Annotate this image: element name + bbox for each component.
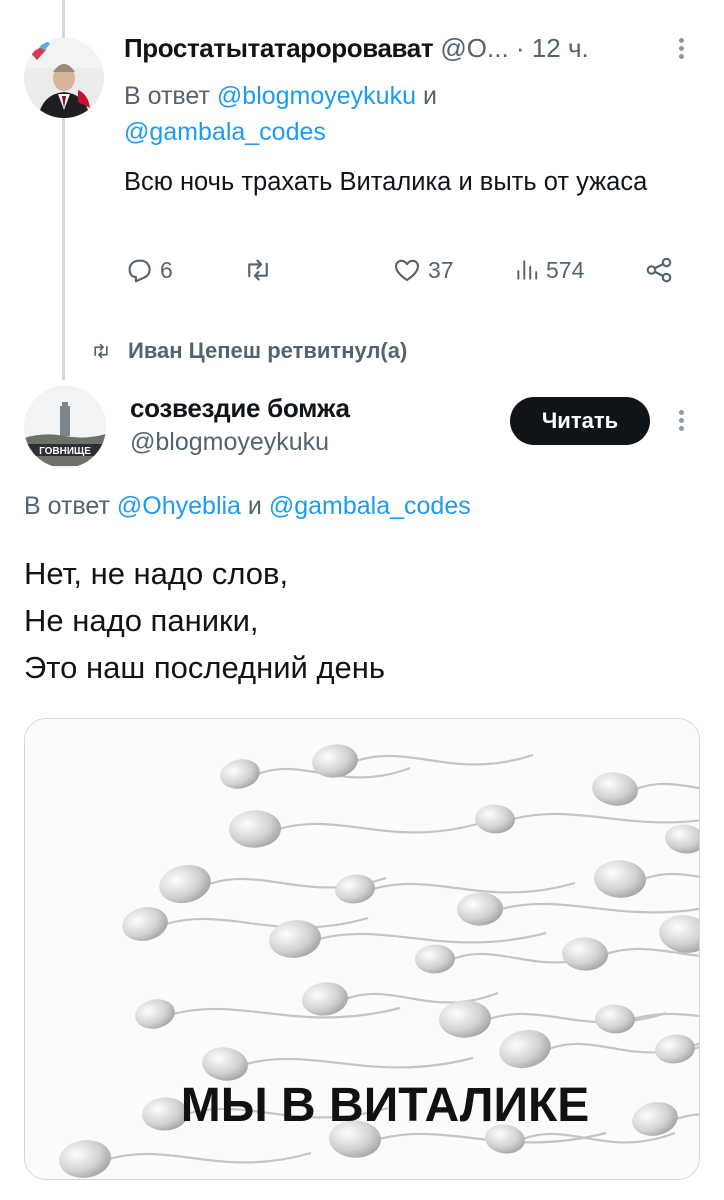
tweet-text-line: Не надо паники, [24,603,259,638]
more-options-icon[interactable] [674,36,688,62]
timestamp[interactable]: · 12 ч. [516,33,589,63]
author-handle[interactable]: @blogmoyeykuku [130,428,329,457]
more-options-icon[interactable] [674,408,688,434]
tweet-header: Простатытатарорoвават @О... · 12 ч. [124,33,684,67]
avatar[interactable]: ГОВНИЩЕ [24,386,106,468]
tweet-text-line: Это наш последний день [24,650,386,685]
retweeted-by-text: Иван Цепеш ретвитнул(а) [128,338,408,363]
replying-to: В ответ @blogmoyeykuku и @gambala_codes [124,78,544,150]
mention-link[interactable]: @gambala_codes [124,118,326,146]
retweet-button[interactable] [242,252,274,288]
like-count: 37 [428,256,454,283]
avatar[interactable] [24,38,104,118]
like-button[interactable]: 37 [392,252,454,288]
tweet-text-line: Нет, не надо слов, [24,556,289,591]
tweet-media-image[interactable]: МЫ В ВИТАЛИКЕ [24,718,700,1180]
views-button[interactable]: 574 [514,252,584,288]
reply-icon [128,259,151,283]
tweet-text: Нет, не надо слов, Не надо паники, Это н… [24,550,385,691]
retweeted-by[interactable]: Иван Цепеш ретвитнул(а) [90,336,407,366]
reply-joiner: и [240,492,269,520]
avatar-caption: ГОВНИЩЕ [39,446,91,457]
author-handle[interactable]: @О... [440,33,508,63]
mention-link[interactable]: @blogmoyeykuku [217,82,416,110]
share-button[interactable] [644,252,674,288]
tweet-text: Всю ночь трахать Виталика и выть от ужас… [124,168,648,196]
reply-prefix: В ответ [24,492,117,520]
heart-icon [395,259,419,282]
reply-prefix: В ответ [124,82,217,110]
author-name[interactable]: созвездие бомжа [130,393,350,424]
reply-button[interactable]: 6 [124,252,173,288]
follow-button[interactable]: Читать [510,397,650,445]
retweet-icon [94,343,108,359]
replying-to: В ответ @Ohyeblia и @gambala_codes [24,492,471,521]
reply-joiner: и [416,82,437,110]
mention-link[interactable]: @Ohyeblia [117,492,241,520]
action-bar: 6 37 574 [124,252,684,288]
views-count: 574 [546,256,585,283]
reply-tweet[interactable]: Простатытатарорoвават @О... · 12 ч. В от… [0,0,724,330]
share-icon [646,257,672,283]
media-caption: МЫ В ВИТАЛИКЕ [181,1079,590,1132]
author-name[interactable]: Простатытатарорoвават [124,33,434,63]
reply-count: 6 [160,256,173,283]
views-icon [517,260,538,280]
retweet-icon [248,259,268,281]
mention-link[interactable]: @gambala_codes [269,492,471,520]
